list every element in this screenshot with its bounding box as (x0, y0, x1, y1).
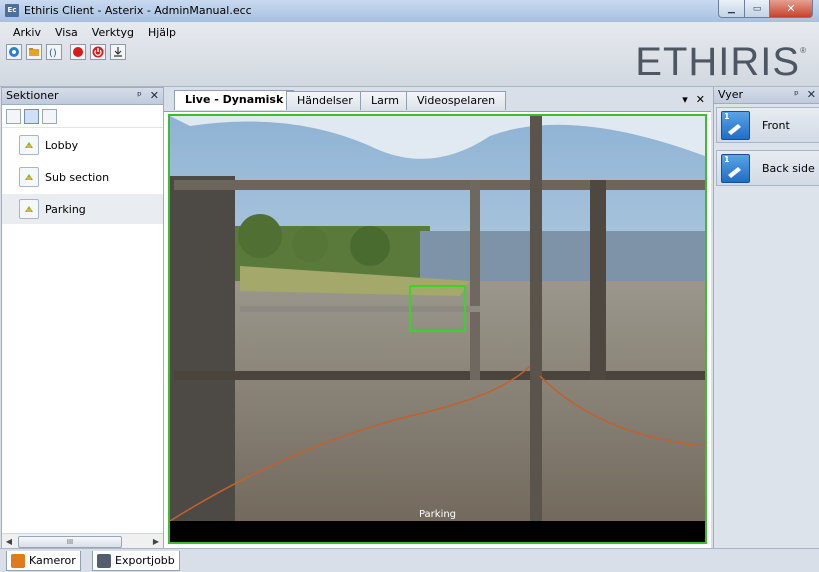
scroll-thumb[interactable]: III (18, 536, 122, 548)
view-front-button[interactable]: 1 Front (716, 107, 819, 143)
camera-icon (9, 47, 19, 57)
sections-toolbar (2, 105, 163, 128)
maximize-button[interactable]: ▭ (745, 0, 770, 18)
menu-hjalp[interactable]: Hjälp (141, 26, 183, 39)
app-window: Ec Ethiris Client - Asterix - AdminManua… (0, 0, 819, 572)
video-viewer: Parking (164, 112, 711, 548)
sections-pane-title: Sektioner (6, 89, 59, 102)
bottom-bar: Kameror Exportjobb (0, 548, 819, 572)
tab-live-dynamisk[interactable]: Live - Dynamisk (174, 90, 295, 110)
views-pane: Vyer ᵖ ✕ 1 Front 1 Back side (713, 87, 819, 548)
list-item-parking[interactable]: Parking (2, 194, 163, 224)
tree-view-button[interactable] (6, 108, 21, 124)
tab-dropdown-icon[interactable]: ▾ (682, 93, 688, 106)
view-back-side-button[interactable]: 1 Back side (716, 150, 819, 186)
scroll-left-icon[interactable]: ◀ (2, 534, 16, 549)
camera-video[interactable]: Parking (168, 114, 707, 544)
list-item-lobby[interactable]: Lobby (2, 130, 163, 160)
list-item-label: Lobby (45, 138, 79, 152)
list-view-button[interactable] (24, 108, 39, 124)
main-toolbar: () (6, 44, 126, 60)
tab-exportjobb[interactable]: Exportjobb (92, 551, 180, 571)
pin-icon[interactable]: ᵖ (794, 88, 799, 101)
folder-icon (29, 48, 39, 56)
window-title: Ethiris Client - Asterix - AdminManual.e… (24, 4, 252, 17)
svg-text:(): () (49, 48, 57, 58)
camera-list-icon (11, 553, 25, 568)
views-pane-header: Vyer ᵖ ✕ (714, 87, 819, 104)
tab-strip: Live - Dynamisk Händelser Larm Videospel… (164, 87, 711, 112)
minimize-button[interactable]: ▁ (718, 0, 745, 18)
section-icon (19, 199, 39, 219)
export-button[interactable] (110, 44, 126, 60)
brand-logo-text: ETHIRIS (635, 40, 801, 84)
tab-larm[interactable]: Larm (360, 91, 410, 110)
record-icon (73, 47, 83, 57)
sections-pane: Sektioner ᵖ✕ Lobby Sub section Parking (1, 87, 164, 550)
tab-controls: ▾ ✕ (674, 93, 705, 106)
section-icon (19, 135, 39, 155)
camera-scene (170, 116, 705, 542)
tab-kameror-label: Kameror (29, 554, 76, 567)
horizontal-scrollbar[interactable]: ◀ III ▶ (2, 533, 163, 549)
list-item-label: Parking (45, 202, 86, 216)
menu-arkiv[interactable]: Arkiv (6, 26, 48, 39)
power-button[interactable] (90, 44, 106, 60)
app-icon: Ec (5, 4, 19, 17)
list-item-label: Sub section (45, 170, 110, 184)
window-controls: ▁ ▭ ✕ (718, 0, 813, 18)
tab-kameror[interactable]: Kameror (6, 551, 81, 571)
single-view-icon: 1 (721, 110, 750, 140)
brand-logo: ETHIRIS® (635, 40, 807, 85)
camera-settings-button[interactable] (6, 44, 22, 60)
close-button[interactable]: ✕ (770, 0, 813, 18)
list-item-sub-section[interactable]: Sub section (2, 162, 163, 192)
tab-handelser[interactable]: Händelser (286, 91, 364, 110)
title-bar[interactable]: Ec Ethiris Client - Asterix - AdminManua… (0, 0, 819, 23)
sections-pane-header: Sektioner ᵖ ✕ (2, 88, 163, 105)
registered-mark: ® (800, 46, 807, 55)
menu-visa[interactable]: Visa (48, 26, 85, 39)
menu-bar: Arkiv Visa Verktyg Hjälp (6, 26, 183, 39)
sync-button[interactable]: () (46, 44, 62, 60)
detail-view-button[interactable] (42, 108, 57, 124)
export-job-icon (97, 553, 111, 568)
top-bar: Arkiv Visa Verktyg Hjälp () ETHIRIS® (0, 22, 819, 87)
close-pane-icon[interactable]: ✕ (150, 89, 159, 102)
pane-controls: ᵖ ✕ (786, 87, 816, 103)
section-icon (19, 167, 39, 187)
single-view-icon: 1 (721, 153, 750, 183)
sections-list: Lobby Sub section Parking (2, 128, 163, 224)
tab-exportjobb-label: Exportjobb (115, 554, 175, 567)
close-pane-icon[interactable]: ✕ (807, 88, 816, 101)
folder-button[interactable] (26, 44, 42, 60)
tab-close-icon[interactable]: ✕ (696, 93, 705, 106)
views-pane-title: Vyer (718, 88, 744, 101)
download-icon (114, 47, 122, 57)
view-label: Front (762, 118, 790, 132)
power-icon (92, 46, 104, 58)
main-panel: Live - Dynamisk Händelser Larm Videospel… (164, 87, 711, 548)
menu-verktyg[interactable]: Verktyg (85, 26, 141, 39)
scroll-right-icon[interactable]: ▶ (149, 534, 163, 549)
pane-controls: ᵖ ✕ (129, 88, 159, 104)
view-label: Back side (762, 161, 815, 175)
camera-name-label: Parking (418, 509, 457, 520)
record-button[interactable] (70, 44, 86, 60)
tab-videospelaren[interactable]: Videospelaren (406, 91, 507, 110)
brackets-icon: () (49, 48, 57, 58)
pin-icon[interactable]: ᵖ (137, 89, 142, 102)
